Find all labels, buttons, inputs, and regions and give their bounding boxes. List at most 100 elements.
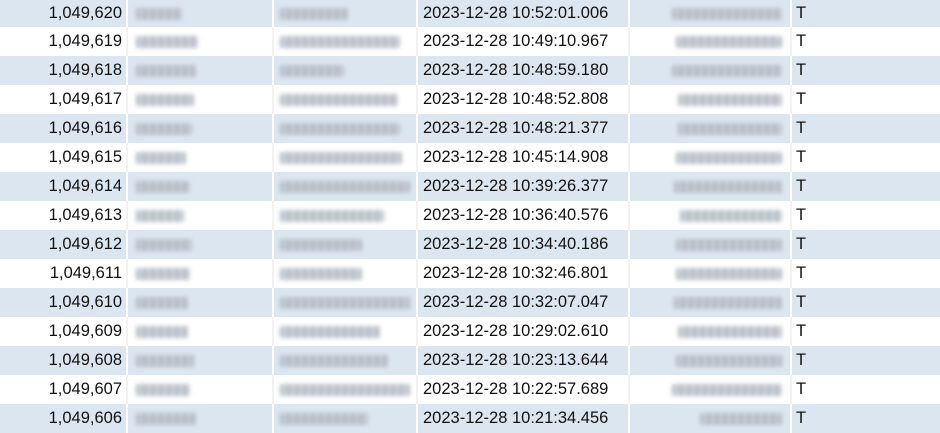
redacted-cell[interactable] — [128, 288, 272, 317]
table-row[interactable]: 1,049,606 2023-12-28 10:21:34.456 T — [0, 404, 940, 433]
table-row[interactable]: 1,049,614 2023-12-28 10:39:26.377 T — [0, 172, 940, 201]
row-id-cell[interactable]: 1,049,610 — [0, 288, 122, 317]
table-row[interactable]: 1,049,616 2023-12-28 10:48:21.377 T — [0, 114, 940, 143]
redacted-cell[interactable] — [128, 346, 272, 375]
row-id-cell[interactable]: 1,049,613 — [0, 201, 122, 230]
redacted-cell[interactable] — [128, 114, 272, 143]
timestamp-cell[interactable]: 2023-12-28 10:48:52.808 — [418, 85, 628, 114]
redacted-cell[interactable] — [274, 317, 416, 346]
row-id-cell[interactable]: 1,049,606 — [0, 404, 122, 433]
row-id-cell[interactable]: 1,049,619 — [0, 27, 122, 56]
redacted-cell[interactable] — [274, 346, 416, 375]
table-row[interactable]: 1,049,609 2023-12-28 10:29:02.610 T — [0, 317, 940, 346]
redacted-cell[interactable] — [630, 317, 790, 346]
table-row[interactable]: 1,049,610 2023-12-28 10:32:07.047 T — [0, 288, 940, 317]
timestamp-cell[interactable]: 2023-12-28 10:29:02.610 — [418, 317, 628, 346]
redacted-cell[interactable] — [630, 27, 790, 56]
timestamp-cell[interactable]: 2023-12-28 10:52:01.006 — [418, 0, 628, 27]
flag-cell[interactable]: T — [792, 375, 940, 404]
flag-cell[interactable]: T — [792, 27, 940, 56]
flag-cell[interactable]: T — [792, 143, 940, 172]
redacted-cell[interactable] — [274, 288, 416, 317]
row-id-cell[interactable]: 1,049,616 — [0, 114, 122, 143]
timestamp-cell[interactable]: 2023-12-28 10:45:14.908 — [418, 143, 628, 172]
flag-cell[interactable]: T — [792, 346, 940, 375]
row-id-cell[interactable]: 1,049,615 — [0, 143, 122, 172]
timestamp-cell[interactable]: 2023-12-28 10:22:57.689 — [418, 375, 628, 404]
row-id-cell[interactable]: 1,049,611 — [0, 259, 122, 288]
timestamp-cell[interactable]: 2023-12-28 10:49:10.967 — [418, 27, 628, 56]
row-id-cell[interactable]: 1,049,609 — [0, 317, 122, 346]
redacted-cell[interactable] — [630, 259, 790, 288]
table-row[interactable]: 1,049,608 2023-12-28 10:23:13.644 T — [0, 346, 940, 375]
redacted-cell[interactable] — [630, 85, 790, 114]
flag-cell[interactable]: T — [792, 201, 940, 230]
redacted-cell[interactable] — [128, 172, 272, 201]
row-id-cell[interactable]: 1,049,608 — [0, 346, 122, 375]
redacted-cell[interactable] — [630, 230, 790, 259]
timestamp-cell[interactable]: 2023-12-28 10:48:21.377 — [418, 114, 628, 143]
timestamp-cell[interactable]: 2023-12-28 10:48:59.180 — [418, 56, 628, 85]
flag-cell[interactable]: T — [792, 288, 940, 317]
table-row[interactable]: 1,049,620 2023-12-28 10:52:01.006 T — [0, 0, 940, 27]
redacted-cell[interactable] — [274, 56, 416, 85]
redacted-cell[interactable] — [630, 143, 790, 172]
redacted-cell[interactable] — [274, 404, 416, 433]
redacted-cell[interactable] — [630, 114, 790, 143]
redacted-cell[interactable] — [128, 143, 272, 172]
timestamp-cell[interactable]: 2023-12-28 10:34:40.186 — [418, 230, 628, 259]
timestamp-cell[interactable]: 2023-12-28 10:36:40.576 — [418, 201, 628, 230]
row-id-cell[interactable]: 1,049,612 — [0, 230, 122, 259]
table-row[interactable]: 1,049,612 2023-12-28 10:34:40.186 T — [0, 230, 940, 259]
redacted-cell[interactable] — [630, 201, 790, 230]
redacted-cell[interactable] — [630, 0, 790, 27]
flag-cell[interactable]: T — [792, 172, 940, 201]
timestamp-cell[interactable]: 2023-12-28 10:23:13.644 — [418, 346, 628, 375]
redacted-cell[interactable] — [274, 172, 416, 201]
redacted-cell[interactable] — [128, 230, 272, 259]
redacted-cell[interactable] — [630, 375, 790, 404]
table-row[interactable]: 1,049,618 2023-12-28 10:48:59.180 T — [0, 56, 940, 85]
flag-cell[interactable]: T — [792, 85, 940, 114]
redacted-cell[interactable] — [274, 230, 416, 259]
redacted-cell[interactable] — [630, 346, 790, 375]
flag-cell[interactable]: T — [792, 317, 940, 346]
redacted-cell[interactable] — [630, 404, 790, 433]
table-row[interactable]: 1,049,611 2023-12-28 10:32:46.801 T — [0, 259, 940, 288]
flag-cell[interactable]: T — [792, 56, 940, 85]
redacted-cell[interactable] — [274, 143, 416, 172]
redacted-cell[interactable] — [128, 56, 272, 85]
redacted-cell[interactable] — [274, 114, 416, 143]
row-id-cell[interactable]: 1,049,607 — [0, 375, 122, 404]
redacted-cell[interactable] — [274, 259, 416, 288]
redacted-cell[interactable] — [128, 259, 272, 288]
redacted-cell[interactable] — [128, 201, 272, 230]
table-row[interactable]: 1,049,617 2023-12-28 10:48:52.808 T — [0, 85, 940, 114]
row-id-cell[interactable]: 1,049,618 — [0, 56, 122, 85]
flag-cell[interactable]: T — [792, 404, 940, 433]
redacted-cell[interactable] — [128, 404, 272, 433]
redacted-cell[interactable] — [274, 85, 416, 114]
row-id-cell[interactable]: 1,049,617 — [0, 85, 122, 114]
flag-cell[interactable]: T — [792, 259, 940, 288]
redacted-cell[interactable] — [630, 172, 790, 201]
flag-cell[interactable]: T — [792, 230, 940, 259]
table-row[interactable]: 1,049,615 2023-12-28 10:45:14.908 T — [0, 143, 940, 172]
flag-cell[interactable]: T — [792, 114, 940, 143]
redacted-cell[interactable] — [128, 317, 272, 346]
timestamp-cell[interactable]: 2023-12-28 10:21:34.456 — [418, 404, 628, 433]
redacted-cell[interactable] — [274, 27, 416, 56]
redacted-cell[interactable] — [274, 0, 416, 27]
redacted-cell[interactable] — [630, 56, 790, 85]
redacted-cell[interactable] — [128, 0, 272, 27]
redacted-cell[interactable] — [128, 27, 272, 56]
timestamp-cell[interactable]: 2023-12-28 10:32:07.047 — [418, 288, 628, 317]
redacted-cell[interactable] — [274, 201, 416, 230]
timestamp-cell[interactable]: 2023-12-28 10:32:46.801 — [418, 259, 628, 288]
timestamp-cell[interactable]: 2023-12-28 10:39:26.377 — [418, 172, 628, 201]
redacted-cell[interactable] — [274, 375, 416, 404]
redacted-cell[interactable] — [128, 375, 272, 404]
flag-cell[interactable]: T — [792, 0, 940, 27]
redacted-cell[interactable] — [128, 85, 272, 114]
row-id-cell[interactable]: 1,049,620 — [0, 0, 122, 27]
